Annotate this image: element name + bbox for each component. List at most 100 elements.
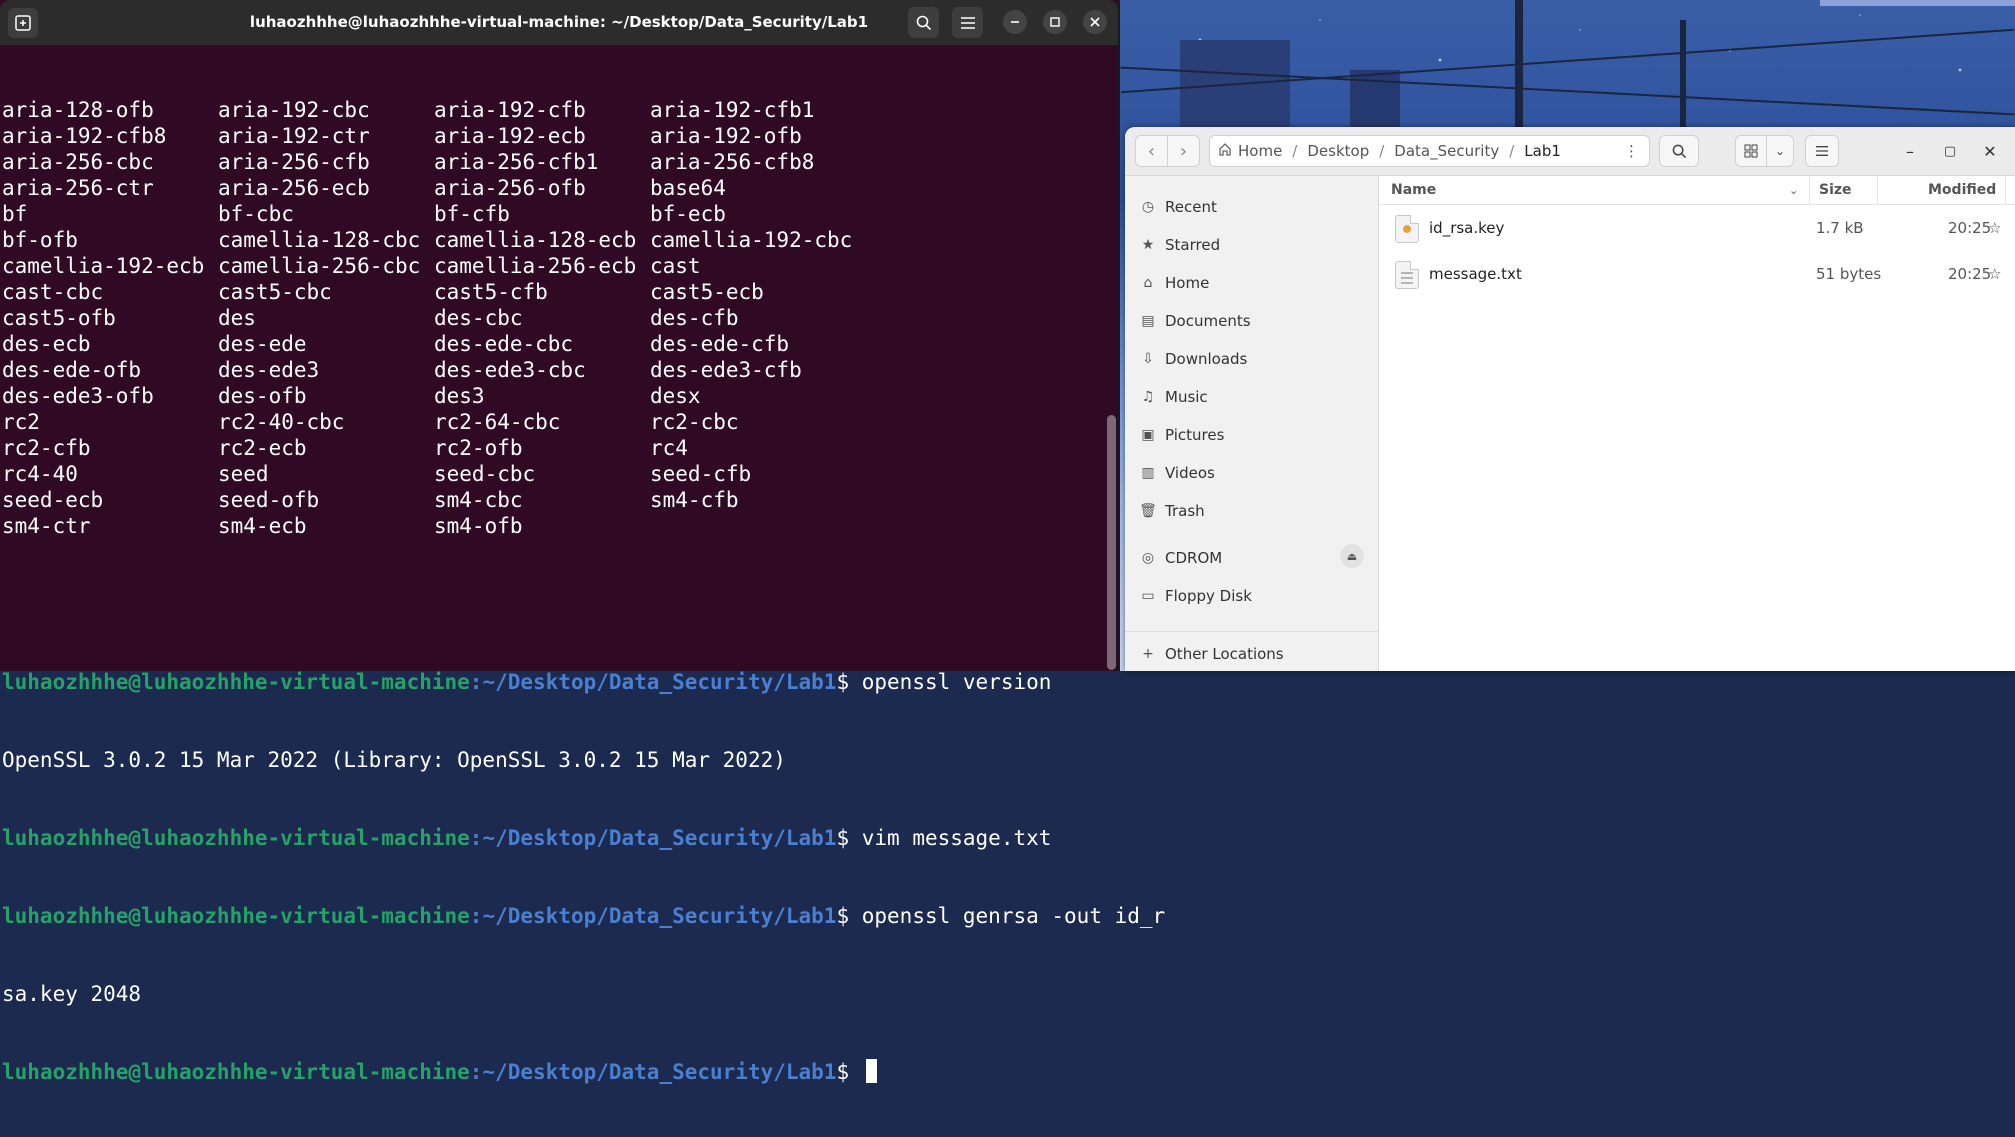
grid-view-icon [1744,144,1758,158]
cipher-row: cast5-ofb des des-cbc des-cfb [2,305,1104,331]
terminal-titlebar[interactable]: luhaozhhhe@luhaozhhhe-virtual-machine: ~… [0,0,1118,45]
sidebar-item-music[interactable]: ♫ Music [1139,385,1208,409]
path-segment-home[interactable]: Home [1232,142,1288,160]
drive-icon: ▭ [1141,588,1155,604]
cipher-name: camellia-256-ecb [434,254,637,278]
cipher-name: aria-256-ofb [434,176,586,200]
star-toggle-icon[interactable]: ☆ [1988,265,2001,283]
home-icon [1218,142,1232,160]
cipher-name: sm4-ecb [218,514,307,538]
view-options-button[interactable]: ⌄ [1766,135,1794,167]
back-button[interactable]: ‹ [1135,135,1168,167]
cipher-name: cast [650,254,701,278]
cipher-row: des-ede-ofb des-ede3 des-ede3-cbc des-ede3-… [2,357,1104,383]
files-close-button[interactable]: ✕ [1980,141,2000,161]
cipher-name: des-ede-cfb [650,332,790,356]
cipher-name: seed [218,462,269,486]
sidebar-item-downloads[interactable]: ⇩ Downloads [1139,347,1247,371]
minimize-icon: – [1906,141,1914,161]
cipher-name: aria-192-ctr [218,124,370,148]
cipher-name: aria-256-cbc [2,150,154,174]
cipher-name: desx [650,384,701,408]
sidebar-item-cdrom[interactable]: ◎ CDROM [1139,546,1222,570]
cipher-name: sm4-ofb [434,514,523,538]
file-modified: 20:25 [1948,265,1992,283]
cipher-row: rc2 rc2-40-cbc rc2-64-cbc rc2-cbc [2,409,1104,435]
file-size: 51 bytes [1816,265,1882,283]
sidebar-item-videos[interactable]: ▥ Videos [1139,461,1214,485]
path-menu-icon[interactable]: ⋮ [1624,142,1639,160]
cipher-name: aria-256-cfb1 [434,150,599,174]
file-list[interactable]: Name ⌄ Size Modified id_rsa.key 1.7 kB 2… [1379,176,2015,671]
forward-button[interactable]: › [1167,135,1200,167]
column-header: Name ⌄ Size Modified [1379,176,2015,205]
path-segment-desktop[interactable]: Desktop [1301,142,1375,160]
disc-icon: ◎ [1141,550,1155,566]
files-minimize-button[interactable]: – [1900,141,1920,161]
star-icon: ★ [1141,237,1155,253]
cipher-name: rc2-cbc [650,410,739,434]
cipher-row: seed-ecb seed-ofb sm4-cbc sm4-cfb [2,487,1104,513]
files-maximize-button[interactable]: ▢ [1940,141,1960,161]
sidebar-item-floppy-disk[interactable]: ▭ Floppy Disk [1139,584,1252,608]
search-files-button[interactable] [1659,135,1699,167]
terminal-output[interactable]: aria-128-ofb aria-192-cbc aria-192-cfb aria… [0,45,1165,1084]
path-segment-data-security[interactable]: Data_Security [1388,142,1505,160]
cipher-row: sm4-ctr sm4-ecb sm4-ofb [2,513,1104,539]
files-headerbar[interactable]: ‹ › Home / Desktop / Data_Security / Lab… [1125,127,2015,176]
sidebar-item-trash[interactable]: 🗑︎ Trash [1139,499,1205,523]
terminal-scrollbar[interactable] [1107,415,1116,670]
home-icon: ⌂ [1143,275,1153,291]
column-name[interactable]: Name [1391,182,1436,198]
cipher-row: rc2-cfb rc2-ecb rc2-ofb rc4 [2,435,1104,461]
column-size[interactable]: Size [1819,182,1852,198]
sidebar-item-recent[interactable]: ◷ Recent [1139,195,1217,219]
sidebar-item-documents[interactable]: ▤ Documents [1139,309,1250,333]
cipher-name: des-ede3 [218,358,320,382]
file-row[interactable]: message.txt 51 bytes 20:25 ☆ [1379,251,2015,297]
search-button[interactable] [908,7,939,38]
file-name: message.txt [1429,265,1522,283]
cipher-row: aria-192-cfb8 aria-192-ctr aria-192-ecb ari… [2,123,1104,149]
cipher-name: camellia-256-cbc [218,254,421,278]
star-toggle-icon[interactable]: ☆ [1988,219,2001,237]
path-segment-lab1[interactable]: Lab1 [1518,142,1567,160]
cipher-name: bf [2,202,28,226]
cipher-name: aria-192-cfb [434,98,586,122]
terminal-window[interactable]: luhaozhhhe@luhaozhhhe-virtual-machine: ~… [0,0,1165,1084]
close-button[interactable] [1083,10,1107,34]
trash-icon: 🗑︎ [1139,503,1157,519]
file-row[interactable]: id_rsa.key 1.7 kB 20:25 ☆ [1379,205,2015,251]
menu-button[interactable] [952,7,983,38]
cipher-name: rc2-ecb [218,436,307,460]
cipher-row: aria-256-ctr aria-256-ecb aria-256-ofb base… [2,175,1104,201]
text-cursor [865,1059,877,1083]
minimize-button[interactable] [1003,10,1027,34]
cipher-name: cast5-ecb [650,280,764,304]
eject-button[interactable]: ⏏ [1340,544,1364,568]
cipher-name: camellia-192-ecb [2,254,205,278]
sidebar-item-other-locations[interactable]: + Other Locations [1139,642,1284,666]
files-window[interactable]: ‹ › Home / Desktop / Data_Security / Lab… [1125,127,2015,671]
active-prompt[interactable]: luhaozhhhe@luhaozhhhe-virtual-machine:~/… [2,1059,1104,1085]
cipher-name: aria-256-cfb [218,150,370,174]
sidebar-item-pictures[interactable]: ▣ Pictures [1139,423,1224,447]
plus-icon: + [1142,646,1154,662]
download-icon: ⇩ [1142,351,1154,367]
sort-chevron-icon: ⌄ [1789,184,1799,197]
maximize-button[interactable] [1043,10,1067,34]
column-modified[interactable]: Modified [1928,182,1996,198]
cipher-name: bf-ecb [650,202,726,226]
cipher-name: rc2-40-cbc [218,410,345,434]
view-mode-button[interactable] [1735,135,1767,167]
path-bar[interactable]: Home / Desktop / Data_Security / Lab1 ⋮ [1209,135,1650,167]
file-name: id_rsa.key [1429,219,1505,237]
search-icon [1672,144,1686,158]
cipher-name: des-ede3-cbc [434,358,586,382]
cipher-name: cast5-cfb [434,280,548,304]
sidebar-item-starred[interactable]: ★ Starred [1139,233,1220,257]
cipher-name: bf-ofb [2,228,78,252]
files-menu-button[interactable] [1805,135,1839,167]
sidebar-item-home[interactable]: ⌂ Home [1139,271,1210,295]
cipher-name: aria-192-cbc [218,98,370,122]
